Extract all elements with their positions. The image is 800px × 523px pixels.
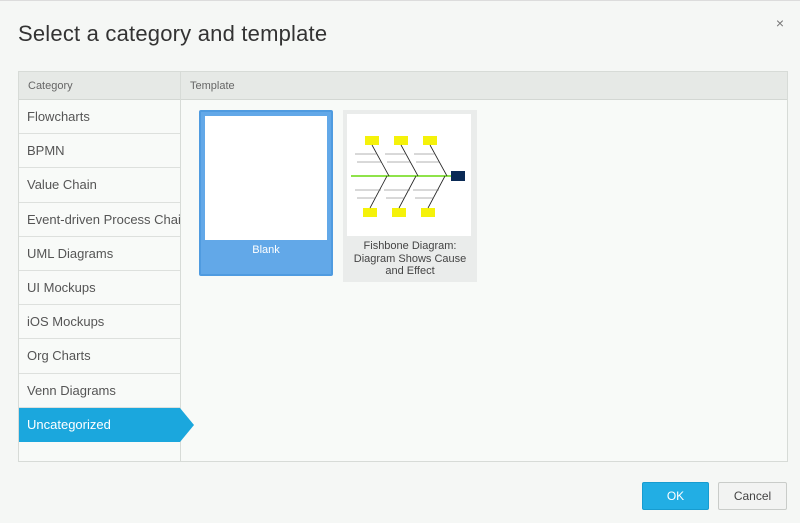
- template-card-blank[interactable]: Blank: [199, 110, 333, 276]
- category-header: Category: [19, 72, 180, 100]
- close-icon[interactable]: ×: [772, 15, 788, 31]
- category-item-bpmn[interactable]: BPMN: [19, 134, 180, 169]
- category-item-uml-diagrams[interactable]: UML Diagrams: [19, 237, 180, 271]
- template-label-fishbone: Fishbone Diagram: Diagram Shows Cause an…: [353, 240, 467, 277]
- fishbone-diagram-icon: [347, 114, 471, 236]
- category-item-flowcharts[interactable]: Flowcharts: [19, 100, 180, 135]
- cancel-button[interactable]: Cancel: [718, 482, 787, 510]
- category-column: Category Flowcharts BPMN Value Chain Eve…: [19, 72, 194, 461]
- template-card-fishbone[interactable]: Fishbone Diagram: Diagram Shows Cause an…: [343, 110, 477, 282]
- category-item-ui-mockups[interactable]: UI Mockups: [19, 271, 180, 306]
- category-item-event-driven-process-chain[interactable]: Event-driven Process Chain: [19, 203, 180, 237]
- category-item-venn-diagrams[interactable]: Venn Diagrams: [19, 374, 180, 408]
- blank-thumbnail: [205, 116, 327, 240]
- select-template-dialog: Select a category and template × Categor…: [0, 0, 800, 523]
- template-label-blank: Blank: [252, 244, 280, 256]
- category-item-ios-mockups[interactable]: iOS Mockups: [19, 305, 180, 340]
- ok-button[interactable]: OK: [642, 482, 709, 510]
- selection-panel: Category Flowcharts BPMN Value Chain Eve…: [18, 71, 788, 462]
- category-item-uncategorized[interactable]: Uncategorized: [19, 407, 194, 442]
- template-header: Template: [181, 72, 787, 100]
- dialog-title: Select a category and template: [18, 21, 328, 46]
- category-list: Flowcharts BPMN Value Chain Event-driven…: [19, 100, 194, 442]
- template-column: Template Blank Fishbone Diagram: Diagram…: [181, 72, 787, 461]
- category-item-value-chain[interactable]: Value Chain: [19, 168, 180, 203]
- category-item-org-charts[interactable]: Org Charts: [19, 339, 180, 374]
